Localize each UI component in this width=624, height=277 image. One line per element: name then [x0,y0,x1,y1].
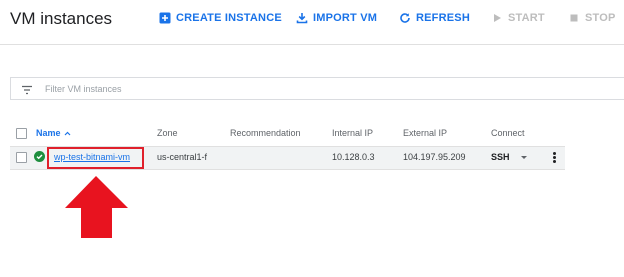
column-header-external-ip: External IP [403,128,448,138]
vm-zone: us-central1-f [157,152,208,162]
filter-bar [10,77,624,100]
arrow-up-icon [65,176,128,238]
add-box-icon [159,12,171,24]
ssh-button[interactable]: SSH [491,152,510,162]
column-header-recommendation: Recommendation [230,128,301,138]
page-title: VM instances [10,9,113,28]
vm-internal-ip: 10.128.0.3 [332,152,375,162]
create-instance-label: CREATE INSTANCE [176,12,282,24]
column-header-connect: Connect [491,128,525,138]
column-header-name-label: Name [36,128,61,138]
start-button[interactable]: START [491,11,545,25]
status-running-icon [34,151,45,162]
refresh-button[interactable]: REFRESH [399,11,470,25]
highlight-box [47,147,144,169]
refresh-label: REFRESH [416,12,470,24]
stop-button[interactable]: STOP [568,11,616,25]
select-all-checkbox[interactable] [16,128,27,139]
filter-input[interactable] [45,82,345,96]
start-label: START [508,12,545,24]
play-icon [491,12,503,24]
vm-external-ip: 104.197.95.209 [403,152,466,162]
import-vm-label: IMPORT VM [313,12,378,24]
more-vert-icon[interactable] [553,152,556,163]
column-header-name[interactable]: Name [36,128,71,138]
column-header-internal-ip: Internal IP [332,128,374,138]
import-vm-button[interactable]: IMPORT VM [296,11,377,25]
filter-icon[interactable] [21,83,33,95]
row-checkbox[interactable] [16,152,27,163]
column-header-zone: Zone [157,128,178,138]
create-instance-button[interactable]: CREATE INSTANCE [159,11,282,25]
toolbar: VM instances CREATE INSTANCE IMPORT VM R… [0,0,624,45]
stop-label: STOP [585,12,616,24]
sort-ascending-icon [64,131,70,135]
ssh-dropdown-icon[interactable] [521,156,527,159]
download-icon [296,12,308,24]
stop-icon [568,12,580,24]
refresh-icon [399,12,411,24]
